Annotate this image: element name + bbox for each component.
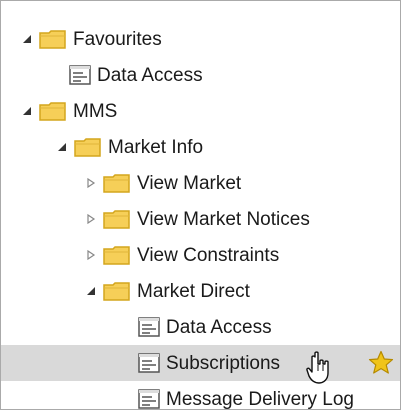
folder-icon [103, 174, 130, 193]
expanded-triangle-icon[interactable] [56, 141, 68, 153]
market-direct-label: Market Direct [137, 280, 250, 302]
navigation-tree: Favourites Data Access MMS Market Info V… [1, 21, 400, 410]
favourites-label: Favourites [73, 28, 162, 50]
market-info-label: Market Info [108, 136, 204, 158]
expanded-triangle-icon[interactable] [85, 285, 97, 297]
tree-node-market-direct-data-access[interactable]: Data Access [1, 309, 400, 345]
tree-node-subscriptions[interactable]: Subscriptions [1, 345, 400, 384]
tree-node-market-info[interactable]: Market Info [1, 129, 400, 165]
folder-icon [39, 30, 66, 49]
folder-icon [39, 102, 66, 121]
folder-icon [103, 282, 130, 301]
tree-panel: Favourites Data Access MMS Market Info V… [0, 0, 401, 410]
collapsed-triangle-icon[interactable] [85, 177, 97, 189]
view-constraints-label: View Constraints [137, 244, 280, 266]
tree-node-market-direct[interactable]: Market Direct [1, 273, 400, 309]
tree-node-view-market-notices[interactable]: View Market Notices [1, 201, 400, 237]
hand-cursor-icon [306, 351, 329, 384]
page-icon [138, 317, 160, 337]
folder-icon [74, 138, 101, 157]
message-delivery-log-label: Message Delivery Log [166, 388, 354, 410]
collapsed-triangle-icon[interactable] [85, 213, 97, 225]
folder-icon [103, 210, 130, 229]
collapsed-triangle-icon[interactable] [85, 249, 97, 261]
tree-node-mms[interactable]: MMS [1, 93, 400, 129]
folder-icon [103, 246, 130, 265]
expanded-triangle-icon[interactable] [21, 105, 33, 117]
favourites-data-access-label: Data Access [97, 64, 203, 86]
expanded-triangle-icon[interactable] [21, 33, 33, 45]
tree-node-favourites[interactable]: Favourites [1, 21, 400, 57]
subscriptions-label: Subscriptions [166, 352, 281, 374]
tree-node-view-constraints[interactable]: View Constraints [1, 237, 400, 273]
mms-label: MMS [73, 100, 118, 122]
tree-node-favourites-data-access[interactable]: Data Access [1, 57, 400, 93]
view-market-label: View Market [137, 172, 242, 194]
star-icon[interactable] [368, 350, 394, 376]
page-icon [138, 353, 160, 373]
tree-node-view-market[interactable]: View Market [1, 165, 400, 201]
tree-node-message-delivery-log[interactable]: Message Delivery Log [1, 381, 400, 410]
page-icon [138, 389, 160, 409]
market-direct-data-access-label: Data Access [166, 316, 272, 338]
page-icon [69, 65, 91, 85]
view-market-notices-label: View Market Notices [137, 208, 310, 230]
